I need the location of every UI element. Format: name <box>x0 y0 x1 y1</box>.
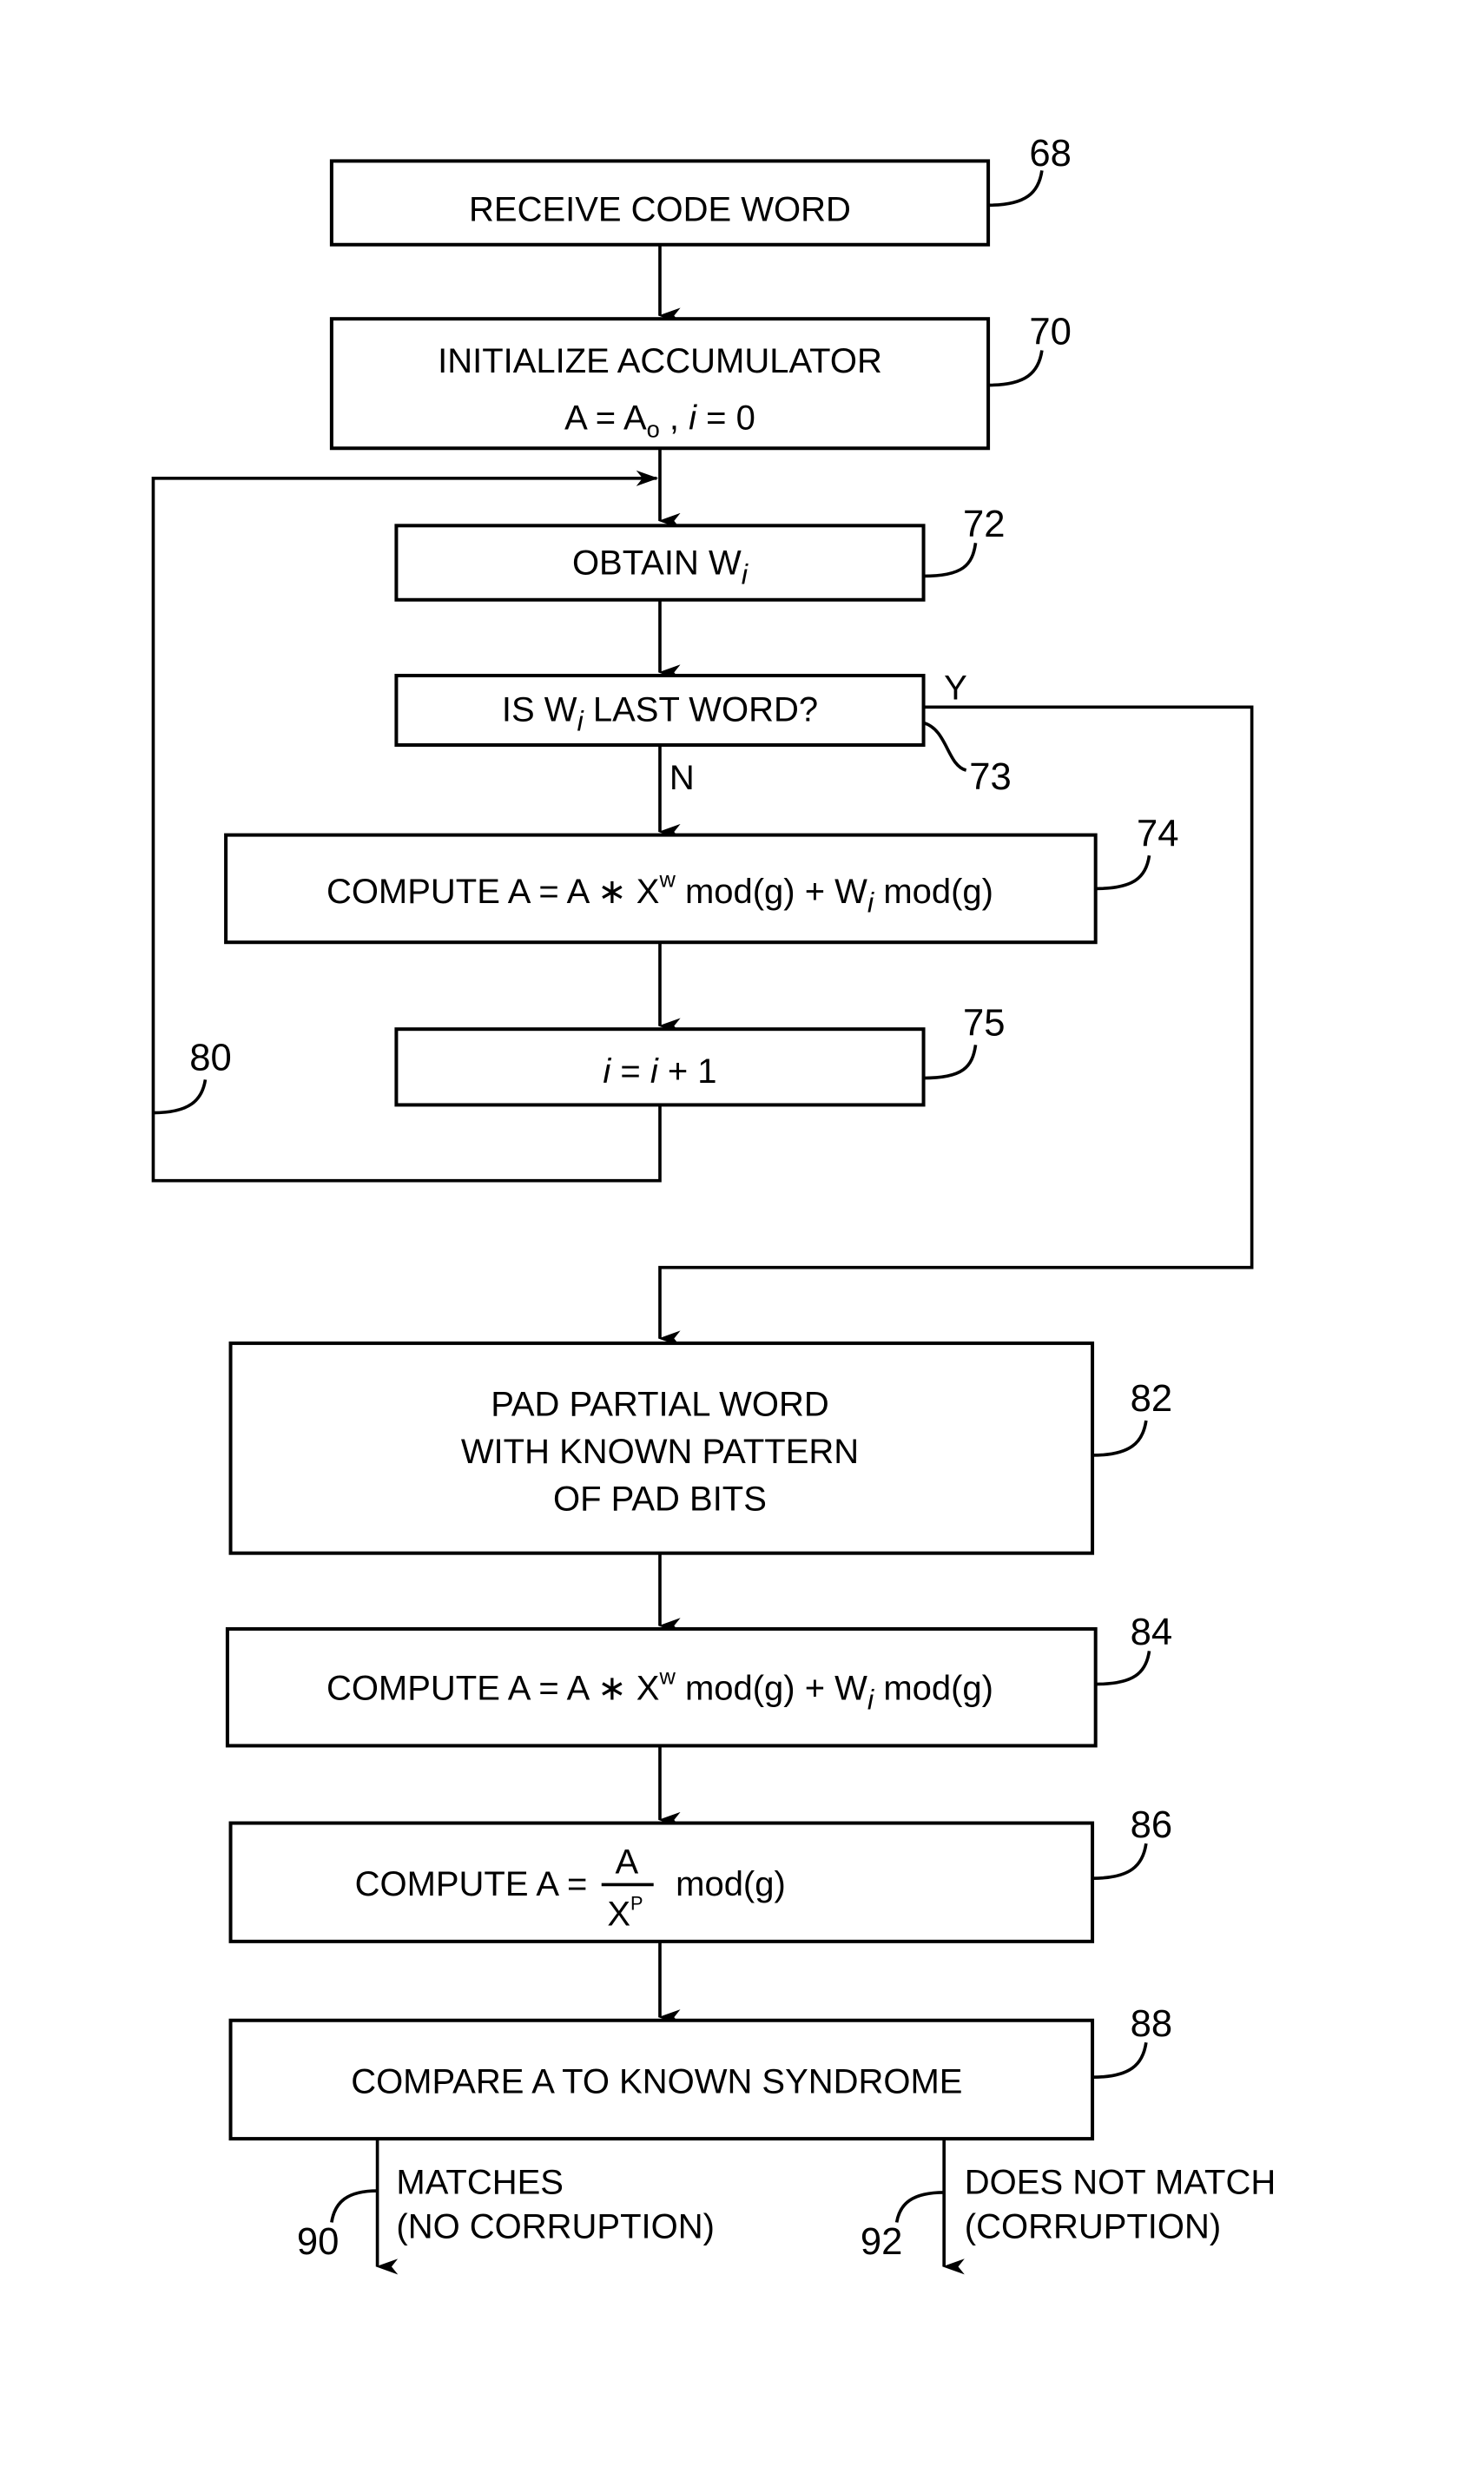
outcome-text-line1: DOES NOT MATCH <box>965 2164 1276 2202</box>
step-receive-code-word: RECEIVE CODE WORD 68 <box>329 133 1072 247</box>
yes-label: Y <box>944 669 967 707</box>
step-divide-accumulator: COMPUTE A = A XP mod(g) 86 <box>228 1804 1173 1943</box>
step-text: COMPUTE A = <box>355 1865 588 1903</box>
ref-number: 86 <box>1131 1804 1173 1846</box>
ref-number: 72 <box>963 504 1006 545</box>
step-text-line2: A = Ao , i = 0 <box>564 399 755 442</box>
leader <box>153 1079 208 1115</box>
step-compute-accumulator: COMPUTE A = A ∗ Xw mod(g) + Wi mod(g) 74 <box>224 813 1179 945</box>
ref-number: 88 <box>1131 2003 1173 2045</box>
step-text: RECEIVE CODE WORD <box>469 190 851 228</box>
ref-number: 84 <box>1131 1612 1173 1653</box>
ref-number: 74 <box>1137 813 1179 854</box>
step-pad-partial-word: PAD PARTIAL WORD WITH KNOWN PATTERN OF P… <box>228 1341 1173 1555</box>
step-text-mod: mod(g) <box>676 1865 786 1903</box>
ref-number: 80 <box>189 1037 232 1078</box>
outcome-text-line1: MATCHES <box>396 2164 564 2202</box>
step-compare-syndrome: COMPARE A TO KNOWN SYNDROME 88 <box>228 2003 1173 2141</box>
ref-number: 92 <box>861 2221 903 2263</box>
outcome-matches: 90 MATCHES (NO CORRUPTION) <box>297 2139 715 2275</box>
step-obtain-word: OBTAIN Wi 72 <box>394 504 1006 602</box>
step-text-line1: PAD PARTIAL WORD <box>491 1386 829 1424</box>
step-increment-index: i = i + 1 75 <box>394 1002 1006 1107</box>
step-initialize-accumulator: INITIALIZE ACCUMULATOR A = Ao , i = 0 70 <box>329 311 1072 451</box>
ref-number: 70 <box>1029 311 1072 353</box>
outcome-text-line2: (NO CORRUPTION) <box>396 2208 715 2246</box>
no-label: N <box>669 759 695 797</box>
outcome-text-line2: (CORRUPTION) <box>965 2208 1221 2246</box>
flowchart: RECEIVE CODE WORD 68 INITIALIZE ACCUMULA… <box>151 133 1276 2275</box>
decision-last-word: IS Wi LAST WORD? 73 Y N <box>394 669 1012 798</box>
step-compute-final-word: COMPUTE A = A ∗ Xw mod(g) + Wi mod(g) 84 <box>225 1612 1173 1748</box>
yes-branch-line <box>658 705 1254 1347</box>
step-text-line2: WITH KNOWN PATTERN <box>461 1433 859 1471</box>
ref-number: 90 <box>297 2221 340 2263</box>
step-text-line3: OF PAD BITS <box>553 1480 767 1519</box>
fraction-numerator: A <box>615 1843 638 1882</box>
ref-number: 73 <box>969 756 1012 798</box>
outcome-does-not-match: 92 DOES NOT MATCH (CORRUPTION) <box>861 2139 1276 2275</box>
ref-number: 82 <box>1131 1378 1173 1420</box>
step-text-line1: INITIALIZE ACCUMULATOR <box>438 342 882 380</box>
ref-number: 68 <box>1029 133 1072 175</box>
step-text: i = i + 1 <box>603 1052 716 1091</box>
step-text: COMPARE A TO KNOWN SYNDROME <box>351 2062 962 2100</box>
ref-number: 75 <box>963 1002 1006 1044</box>
